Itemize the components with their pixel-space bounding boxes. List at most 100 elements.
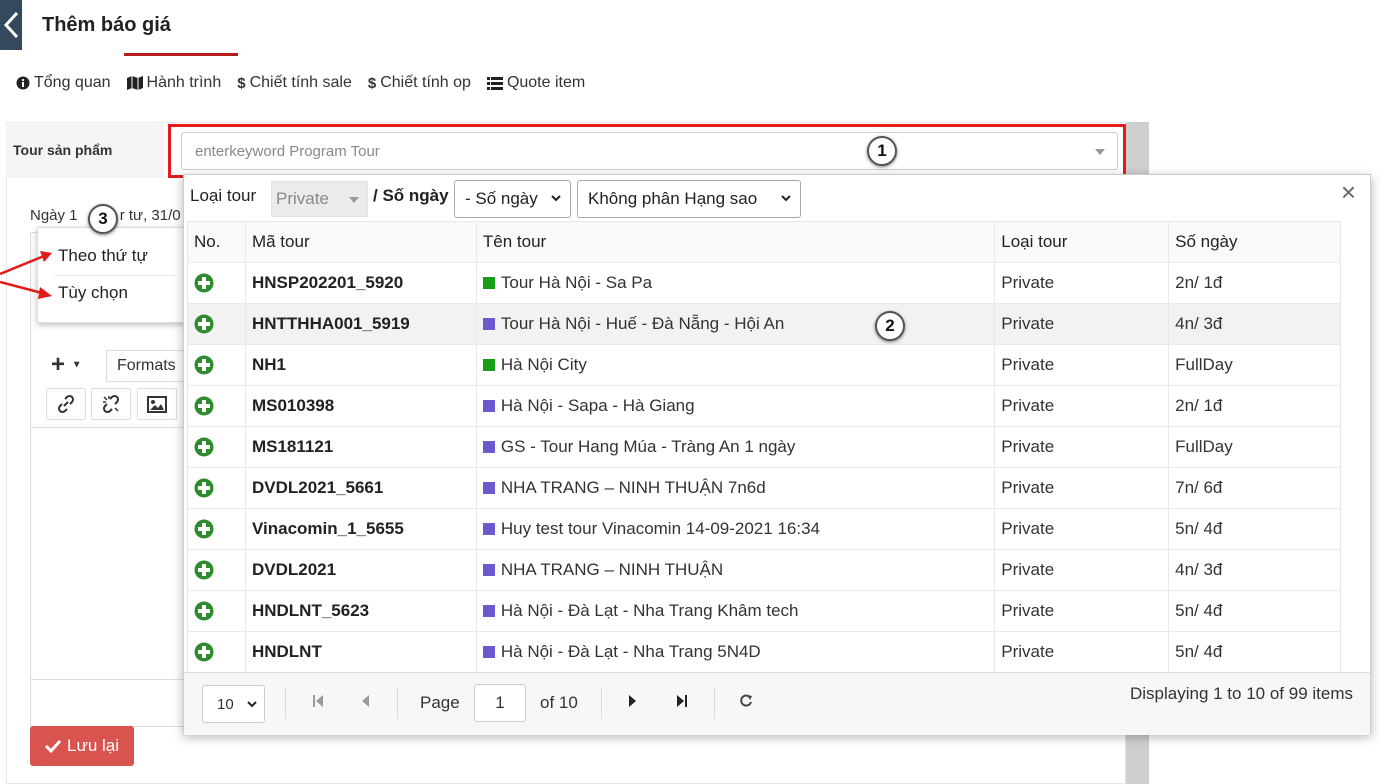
tab-costing-op[interactable]: $ Chiết tính op xyxy=(368,74,471,92)
chevron-down-icon xyxy=(247,701,257,708)
add-cell[interactable] xyxy=(187,590,246,632)
days-label: / Số ngày xyxy=(373,186,449,205)
plus-circle-icon[interactable] xyxy=(194,478,214,498)
unlink-button[interactable] xyxy=(91,388,131,420)
tab-overview[interactable]: Tổng quan xyxy=(16,74,111,92)
tour-days-cell: 5n/ 4đ xyxy=(1168,508,1341,550)
step-marker-3: 3 xyxy=(88,204,118,234)
tour-type-cell: Private xyxy=(994,303,1170,345)
col-days[interactable]: Số ngày xyxy=(1168,221,1341,263)
table-row[interactable]: HNSP202201_5920 Tour Hà Nội - Sa Pa Privat… xyxy=(187,262,1341,304)
table-row[interactable]: HNDLNT Hà Nội - Đà Lạt - Nha Trang 5N4D Pr… xyxy=(187,631,1341,673)
table-row[interactable]: Vinacomin_1_5655 Huy test tour Vinacomin … xyxy=(187,508,1341,550)
table-row[interactable]: NH1 Hà Nội City Private FullDay xyxy=(187,344,1341,386)
tour-name-text: NHA TRANG – NINH THUẬN xyxy=(500,560,724,579)
last-page-icon[interactable] xyxy=(676,694,688,708)
col-name[interactable]: Tên tour xyxy=(475,221,996,263)
back-button[interactable] xyxy=(0,0,22,50)
tour-code-cell: DVDL2021 xyxy=(244,549,477,591)
table-row[interactable]: HNTTHHA001_5919 Tour Hà Nội - Huế - Đà Nẵ… xyxy=(187,303,1341,345)
tour-picker-dropdown: Loại tour Private / Số ngày - Số ngày Kh… xyxy=(183,174,1371,735)
tour-type-cell: Private xyxy=(994,385,1170,427)
day-label: Ngày 1 xyxy=(30,207,78,224)
dollar-icon: $ xyxy=(367,74,377,92)
add-cell[interactable] xyxy=(187,467,246,509)
star-rating-value: Không phân Hạng sao xyxy=(588,189,758,208)
page-label: Page xyxy=(420,693,460,712)
plus-circle-icon[interactable] xyxy=(194,314,214,334)
tab-itinerary[interactable]: Hành trình xyxy=(126,74,222,92)
days-select[interactable]: - Số ngày xyxy=(454,180,571,218)
plus-circle-icon[interactable] xyxy=(194,437,214,457)
color-swatch xyxy=(482,563,495,576)
plus-circle-icon[interactable] xyxy=(194,642,214,662)
plus-circle-icon[interactable] xyxy=(194,519,214,539)
image-button[interactable] xyxy=(137,388,177,420)
add-cell[interactable] xyxy=(187,303,246,345)
map-icon xyxy=(126,76,143,90)
tab-label: Hành trình xyxy=(146,74,222,91)
plus-circle-icon[interactable] xyxy=(194,601,214,621)
tour-type-select[interactable]: Private xyxy=(271,181,368,217)
table-row[interactable]: MS010398 Hà Nội - Sapa - Hà Giang Private 2… xyxy=(187,385,1341,427)
add-cell[interactable] xyxy=(187,262,246,304)
add-cell[interactable] xyxy=(187,344,246,386)
table-row[interactable]: DVDL2021 NHA TRANG – NINH THUẬN Private 4n/… xyxy=(187,549,1341,591)
list-icon xyxy=(486,76,503,90)
color-swatch xyxy=(482,317,495,330)
close-icon[interactable]: × xyxy=(1341,177,1356,208)
insert-button[interactable]: + ▼ xyxy=(45,350,95,382)
formats-button[interactable]: Formats xyxy=(106,350,186,382)
col-no[interactable]: No. xyxy=(187,221,246,263)
tour-code-cell: DVDL2021_5661 xyxy=(244,467,477,509)
tour-name-cell: Hà Nội - Đà Lạt - Nha Trang Khâm tech xyxy=(475,590,996,632)
color-swatch xyxy=(482,481,495,494)
table-header-row: No. Mã tour Tên tour Loại tour Số ngày xyxy=(187,221,1341,263)
tour-code-cell: MS181121 xyxy=(244,426,477,468)
add-cell[interactable] xyxy=(187,385,246,427)
star-rating-select[interactable]: Không phân Hạng sao xyxy=(577,180,801,218)
table-row[interactable]: HNDLNT_5623 Hà Nội - Đà Lạt - Nha Trang K… xyxy=(187,590,1341,632)
tab-label: Chiết tính op xyxy=(380,74,471,91)
tab-costing-sale[interactable]: $ Chiết tính sale xyxy=(237,74,352,92)
menu-item-sequential[interactable]: Theo thứ tự xyxy=(58,246,148,266)
add-cell[interactable] xyxy=(187,426,246,468)
next-page-icon[interactable] xyxy=(628,694,638,708)
annotation-arrows xyxy=(0,251,52,299)
add-cell[interactable] xyxy=(187,631,246,673)
color-swatch xyxy=(482,399,495,412)
col-type[interactable]: Loại tour xyxy=(994,221,1170,263)
prev-page-icon[interactable] xyxy=(360,694,370,708)
plus-circle-icon[interactable] xyxy=(194,273,214,293)
pager-divider xyxy=(397,687,398,719)
chevron-down-icon: ▼ xyxy=(71,359,82,371)
info-circle-icon xyxy=(16,76,30,90)
first-page-icon[interactable] xyxy=(312,694,324,708)
tour-days-cell: 7n/ 6đ xyxy=(1168,467,1341,509)
step-marker-1: 1 xyxy=(867,136,897,166)
save-button[interactable]: Lưu lại xyxy=(30,726,134,766)
tour-days-cell: FullDay xyxy=(1168,344,1341,386)
page-number-input[interactable]: 1 xyxy=(474,684,526,722)
menu-item-custom[interactable]: Tùy chọn xyxy=(58,283,128,303)
page-size-select[interactable]: 10 xyxy=(202,685,265,723)
plus-circle-icon[interactable] xyxy=(194,560,214,580)
title-underline xyxy=(124,53,238,56)
pagination-bar: 10 Page 1 of 10 Displaying 1 to 10 of 99… xyxy=(184,672,1370,735)
add-cell[interactable] xyxy=(187,508,246,550)
tab-quote-item[interactable]: Quote item xyxy=(486,74,585,92)
link-button[interactable] xyxy=(46,388,86,420)
tour-code-cell: MS010398 xyxy=(244,385,477,427)
table-row[interactable]: DVDL2021_5661 NHA TRANG – NINH THUẬN 7n6d… xyxy=(187,467,1341,509)
col-code[interactable]: Mã tour xyxy=(244,221,477,263)
table-row[interactable]: MS181121 GS - Tour Hang Múa - Tràng An 1 … xyxy=(187,426,1341,468)
refresh-icon[interactable] xyxy=(739,694,753,708)
menu-divider xyxy=(54,275,178,276)
pager-divider xyxy=(285,687,286,719)
add-cell[interactable] xyxy=(187,549,246,591)
plus-circle-icon[interactable] xyxy=(194,355,214,375)
plus-circle-icon[interactable] xyxy=(194,396,214,416)
page-title: Thêm báo giá xyxy=(42,14,171,36)
tour-name-text: Tour Hà Nội - Huế - Đà Nẵng - Hội An xyxy=(500,314,785,333)
tour-days-cell: 5n/ 4đ xyxy=(1168,631,1341,673)
